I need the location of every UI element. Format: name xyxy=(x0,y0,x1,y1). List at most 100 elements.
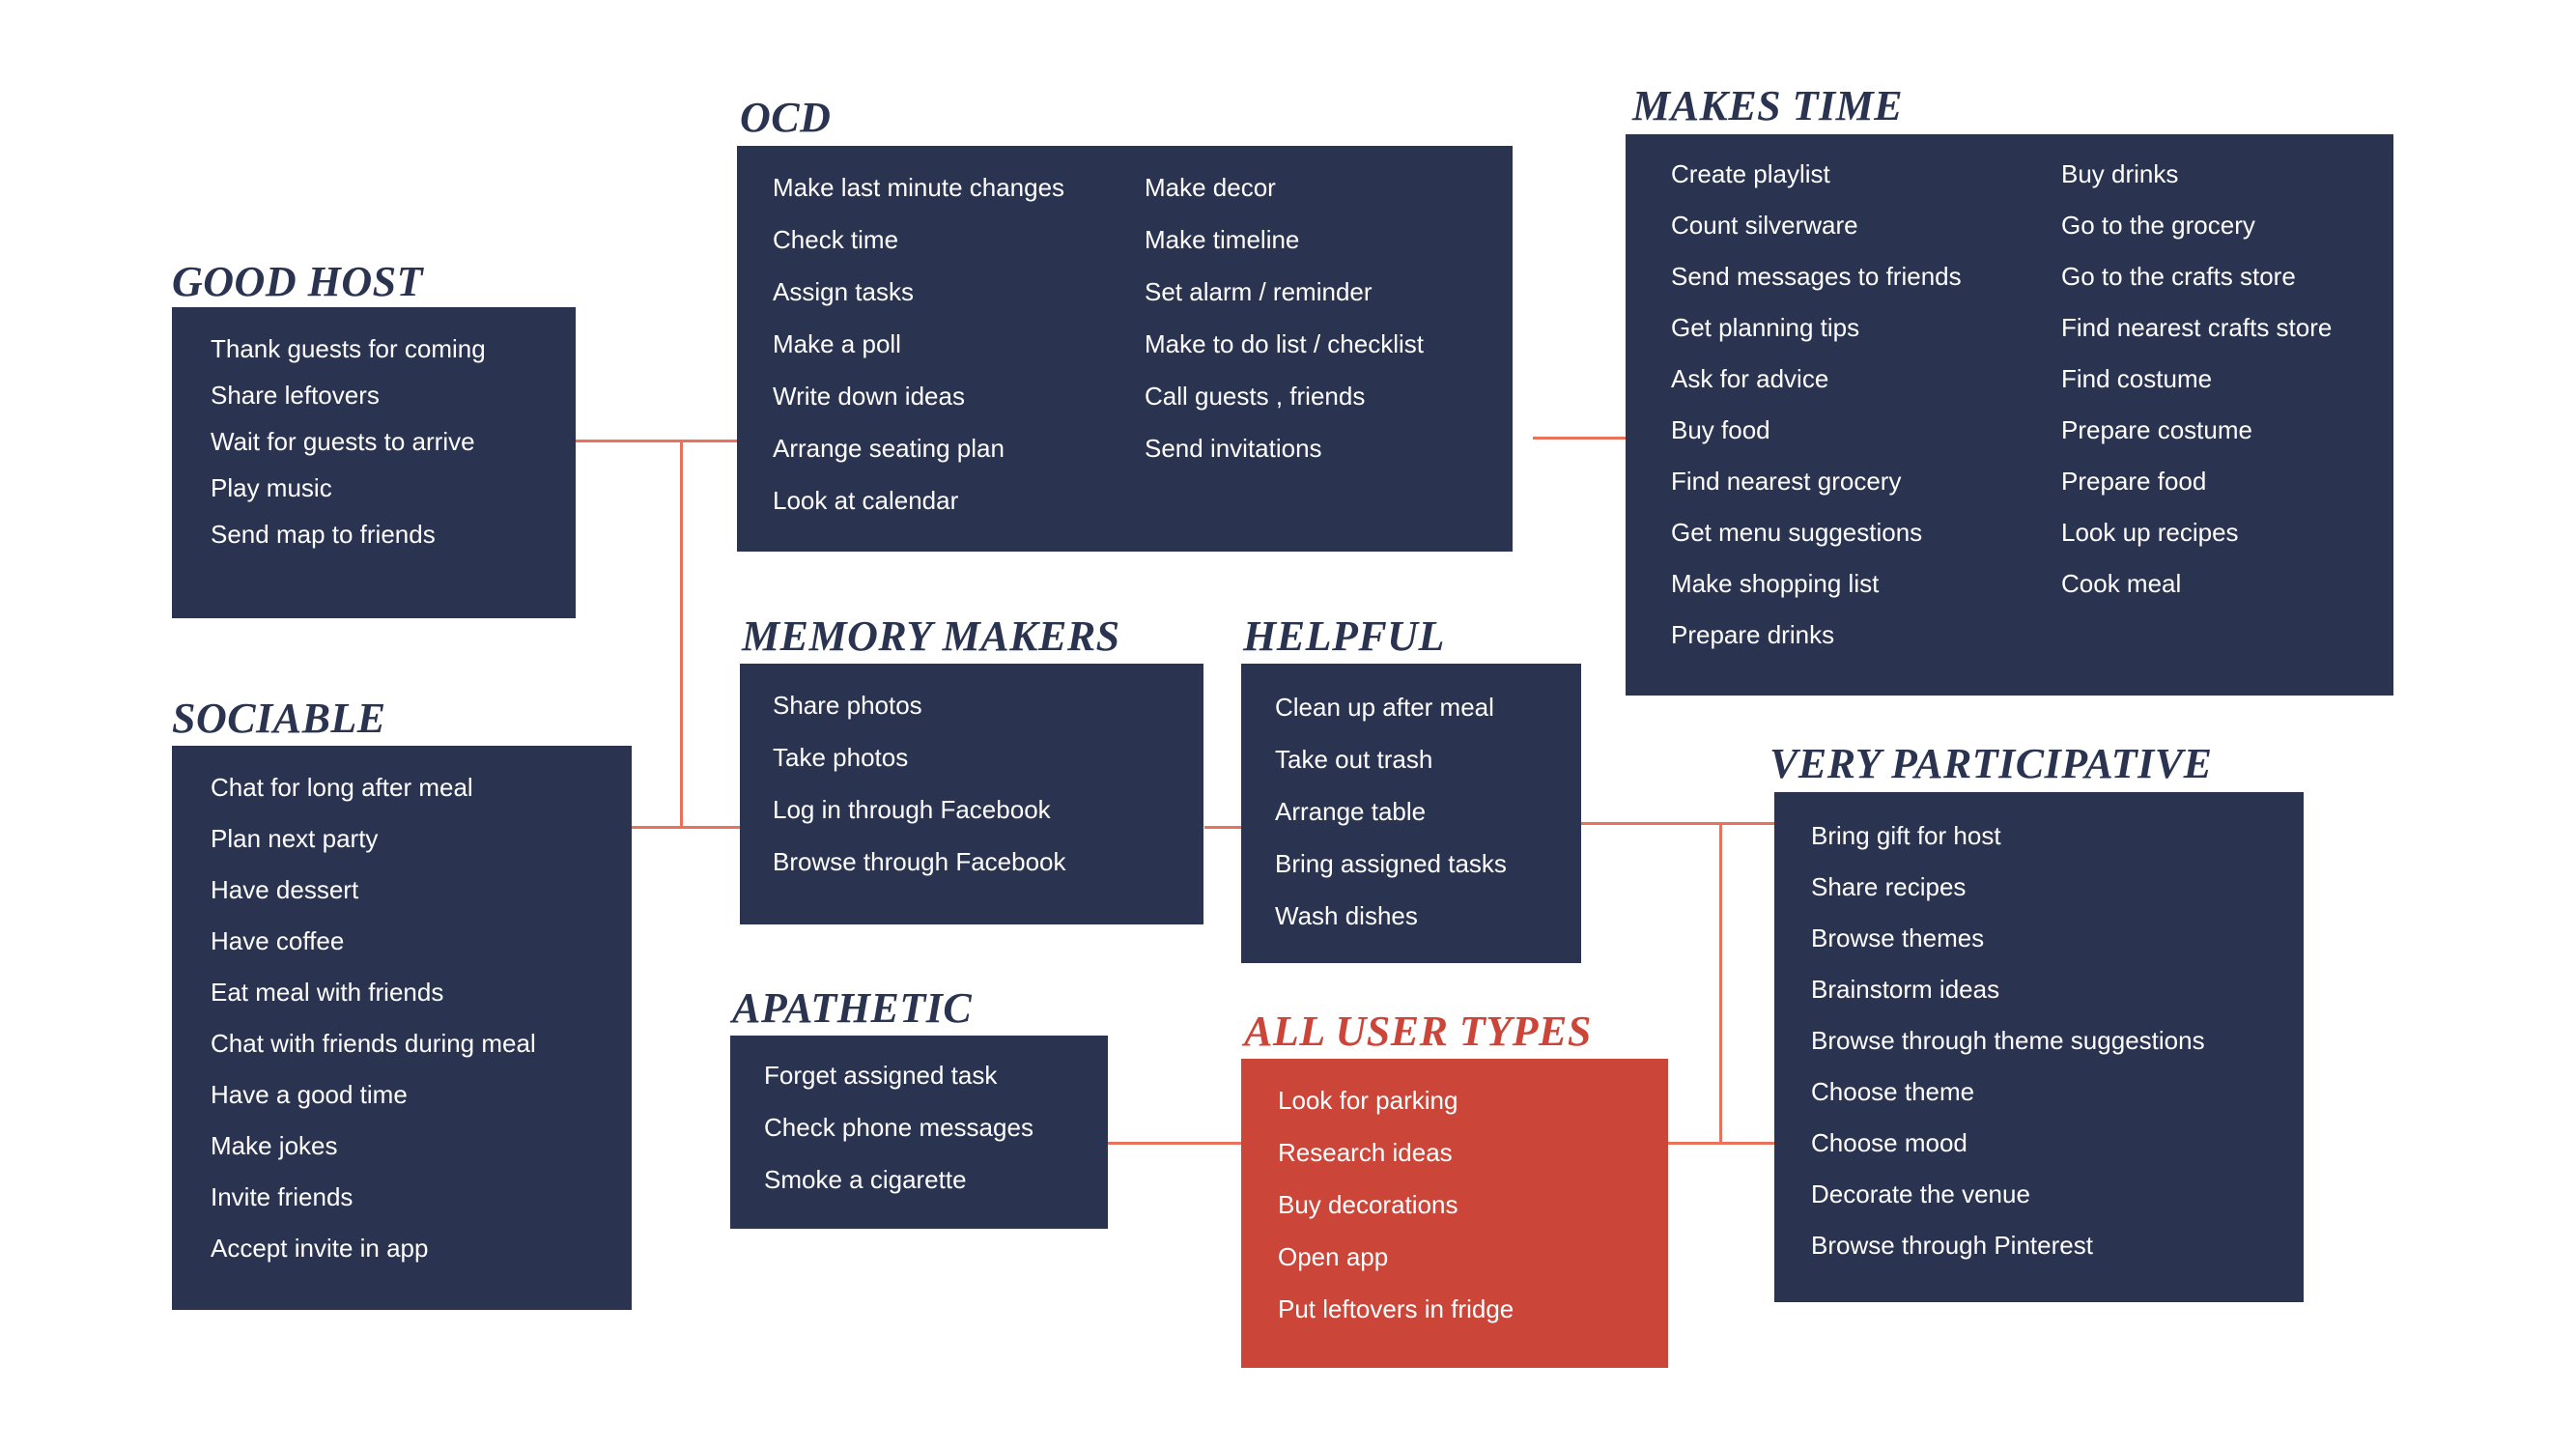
group-title-all-user-types: ALL USER TYPES xyxy=(1244,1008,1592,1055)
group-title-good-host: GOOD HOST xyxy=(172,258,423,305)
list-item: Check phone messages xyxy=(764,1113,1033,1142)
list-item: Bring assigned tasks xyxy=(1275,849,1507,878)
list-item: Check time xyxy=(773,225,899,254)
connector-ocd-to-makes-time xyxy=(1533,437,1627,440)
list-item: Browse through Pinterest xyxy=(1811,1231,2093,1260)
list-item: Accept invite in app xyxy=(211,1234,429,1263)
list-item: Ask for advice xyxy=(1671,364,1829,393)
group-card-memory-makers: Share photos Take photos Log in through … xyxy=(740,664,1203,924)
connector-helpful-to-very-participative xyxy=(1581,822,1774,825)
group-columns-sociable: Chat for long after meal Plan next party… xyxy=(172,746,632,1310)
list-item: Thank guests for coming xyxy=(211,334,486,363)
connector-memory-makers-to-helpful xyxy=(1204,826,1243,829)
list-item: Eat meal with friends xyxy=(211,978,444,1007)
list-item: Make decor xyxy=(1145,173,1276,202)
list-item: Write down ideas xyxy=(773,382,965,411)
group-column-makes-time-2: Buy drinks Go to the grocery Go to the c… xyxy=(2061,161,2332,696)
list-item: Send map to friends xyxy=(211,520,436,549)
list-item: Look at calendar xyxy=(773,486,959,515)
list-item: Wash dishes xyxy=(1275,901,1418,930)
group-columns-helpful: Clean up after meal Take out trash Arran… xyxy=(1241,664,1581,963)
list-item: Browse through Facebook xyxy=(773,847,1066,876)
list-item: Prepare drinks xyxy=(1671,620,1835,649)
group-columns-all-user-types: Look for parking Research ideas Buy deco… xyxy=(1241,1059,1668,1368)
list-item: Make jokes xyxy=(211,1131,338,1160)
list-item: Count silverware xyxy=(1671,211,1858,240)
list-item: Go to the crafts store xyxy=(2061,262,2296,291)
list-item: Make to do list / checklist xyxy=(1145,329,1424,358)
list-item: Wait for guests to arrive xyxy=(211,427,475,456)
list-item: Clean up after meal xyxy=(1275,693,1494,722)
list-item: Share leftovers xyxy=(211,381,380,410)
list-item: Look for parking xyxy=(1278,1086,1458,1115)
list-item: Open app xyxy=(1278,1242,1389,1271)
list-item: Forget assigned task xyxy=(764,1061,998,1090)
group-column-good-host-1: Thank guests for coming Share leftovers … xyxy=(211,336,486,618)
list-item: Smoke a cigarette xyxy=(764,1165,967,1194)
group-title-helpful: HELPFUL xyxy=(1243,612,1445,660)
group-column-makes-time-1: Create playlist Count silverware Send me… xyxy=(1671,161,2061,696)
list-item: Go to the grocery xyxy=(2061,211,2255,240)
connector-right-vertical-trunk xyxy=(1719,822,1722,1144)
group-card-sociable: Chat for long after meal Plan next party… xyxy=(172,746,632,1310)
list-item: Send messages to friends xyxy=(1671,262,1962,291)
list-item: Find costume xyxy=(2061,364,2213,393)
group-column-apathetic-1: Forget assigned task Check phone message… xyxy=(764,1063,1033,1229)
group-column-ocd-1: Make last minute changes Check time Assi… xyxy=(773,175,1145,552)
list-item: Make timeline xyxy=(1145,225,1300,254)
group-card-apathetic: Forget assigned task Check phone message… xyxy=(730,1036,1108,1229)
group-card-very-participative: Bring gift for host Share recipes Browse… xyxy=(1774,792,2304,1302)
list-item: Create playlist xyxy=(1671,159,1830,188)
list-item: Find nearest crafts store xyxy=(2061,313,2333,342)
group-title-ocd: OCD xyxy=(740,94,832,141)
list-item: Share recipes xyxy=(1811,872,1967,901)
list-item: Buy food xyxy=(1671,415,1770,444)
list-item: Look up recipes xyxy=(2061,518,2239,547)
list-item: Browse through theme suggestions xyxy=(1811,1026,2205,1055)
list-item: Set alarm / reminder xyxy=(1145,277,1373,306)
list-item: Put leftovers in fridge xyxy=(1278,1294,1514,1323)
group-column-ocd-2: Make decor Make timeline Set alarm / rem… xyxy=(1145,175,1424,552)
list-item: Get menu suggestions xyxy=(1671,518,1923,547)
group-title-memory-makers: MEMORY MAKERS xyxy=(742,612,1120,660)
diagram-canvas: GOOD HOST Thank guests for coming Share … xyxy=(0,0,2576,1449)
group-title-very-participative: VERY PARTICIPATIVE xyxy=(1769,740,2213,787)
group-columns-very-participative: Bring gift for host Share recipes Browse… xyxy=(1774,792,2304,1302)
list-item: Share photos xyxy=(773,691,922,720)
group-columns-apathetic: Forget assigned task Check phone message… xyxy=(730,1036,1108,1229)
list-item: Have dessert xyxy=(211,875,359,904)
list-item: Have a good time xyxy=(211,1080,408,1109)
list-item: Take out trash xyxy=(1275,745,1433,774)
list-item: Have coffee xyxy=(211,926,345,955)
list-item: Plan next party xyxy=(211,824,379,853)
list-item: Make a poll xyxy=(773,329,901,358)
group-card-helpful: Clean up after meal Take out trash Arran… xyxy=(1241,664,1581,963)
list-item: Cook meal xyxy=(2061,569,2182,598)
group-columns-memory-makers: Share photos Take photos Log in through … xyxy=(740,664,1203,924)
group-columns-good-host: Thank guests for coming Share leftovers … xyxy=(172,307,576,618)
group-column-memory-makers-1: Share photos Take photos Log in through … xyxy=(773,693,1066,924)
connector-good-host-to-ocd xyxy=(575,440,739,442)
connector-left-vertical-trunk xyxy=(680,440,683,828)
group-column-helpful-1: Clean up after meal Take out trash Arran… xyxy=(1275,695,1507,963)
list-item: Bring gift for host xyxy=(1811,821,2001,850)
list-item: Get planning tips xyxy=(1671,313,1860,342)
list-item: Prepare costume xyxy=(2061,415,2252,444)
list-item: Chat for long after meal xyxy=(211,773,473,802)
group-title-apathetic: APATHETIC xyxy=(732,984,973,1032)
list-item: Take photos xyxy=(773,743,909,772)
list-item: Research ideas xyxy=(1278,1138,1453,1167)
list-item: Make shopping list xyxy=(1671,569,1880,598)
list-item: Prepare food xyxy=(2061,467,2207,496)
list-item: Invite friends xyxy=(211,1182,354,1211)
list-item: Send invitations xyxy=(1145,434,1322,463)
list-item: Assign tasks xyxy=(773,277,914,306)
list-item: Arrange seating plan xyxy=(773,434,1005,463)
list-item: Buy drinks xyxy=(2061,159,2179,188)
list-item: Decorate the venue xyxy=(1811,1179,2030,1208)
list-item: Choose mood xyxy=(1811,1128,1967,1157)
group-columns-ocd: Make last minute changes Check time Assi… xyxy=(737,146,1513,552)
list-item: Chat with friends during meal xyxy=(211,1029,536,1058)
group-column-very-participative-1: Bring gift for host Share recipes Browse… xyxy=(1811,823,2205,1302)
group-column-all-user-types-1: Look for parking Research ideas Buy deco… xyxy=(1278,1088,1514,1368)
